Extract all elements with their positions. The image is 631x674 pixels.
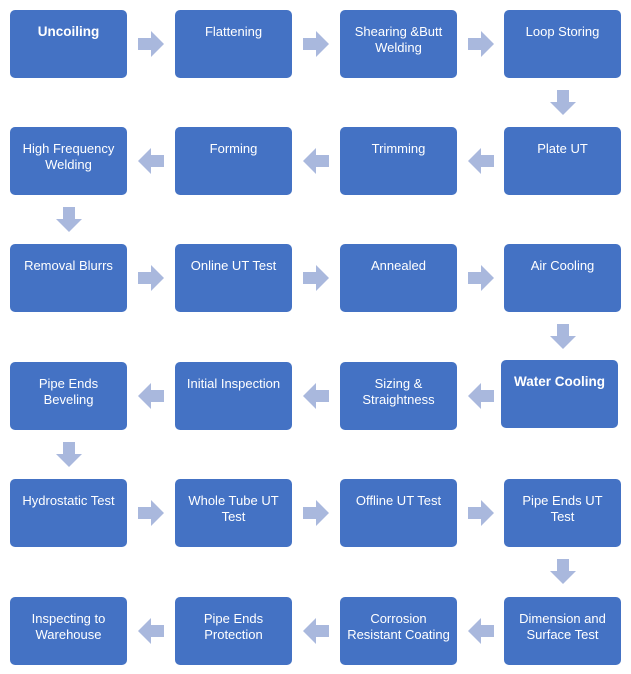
step-pipe-ends-protection: Pipe Ends Protection	[175, 597, 292, 665]
arrow-down-icon	[549, 559, 576, 584]
arrow-right-icon	[467, 31, 494, 57]
step-initial-inspection: Initial Inspection	[175, 362, 292, 430]
arrow-right-icon	[138, 265, 164, 291]
step-forming: Forming	[175, 127, 292, 195]
arrow-left-icon	[467, 618, 494, 644]
arrow-right-icon	[467, 265, 494, 291]
arrow-right-icon	[138, 31, 164, 57]
step-corrosion-resistant-coating: Corrosion Resistant Coating	[340, 597, 457, 665]
step-loop-storing: Loop Storing	[504, 10, 621, 78]
step-dimension-and-surface-test: Dimension and Surface Test	[504, 597, 621, 665]
arrow-left-icon	[138, 148, 164, 174]
arrow-left-icon	[303, 148, 329, 174]
arrow-down-icon	[55, 206, 82, 232]
step-removal-blurrs: Removal Blurrs	[10, 244, 127, 312]
step-pipe-ends-beveling: Pipe Ends Beveling	[10, 362, 127, 430]
step-flattening: Flattening	[175, 10, 292, 78]
step-sizing-straightness: Sizing & Straightness	[340, 362, 457, 430]
step-offline-ut-test: Offline UT Test	[340, 479, 457, 547]
arrow-left-icon	[467, 148, 494, 174]
step-shearing-butt-welding: Shearing &Butt Welding	[340, 10, 457, 78]
arrow-right-icon	[303, 265, 329, 291]
arrow-down-icon	[549, 89, 576, 115]
step-inspecting-to-warehouse: Inspecting to Warehouse	[10, 597, 127, 665]
step-water-cooling: Water Cooling	[501, 360, 618, 428]
arrow-left-icon	[303, 383, 329, 409]
step-plate-ut: Plate UT	[504, 127, 621, 195]
arrow-right-icon	[303, 31, 329, 57]
arrow-left-icon	[138, 618, 164, 644]
arrow-down-icon	[549, 324, 576, 349]
arrow-right-icon	[138, 500, 164, 526]
step-online-ut-test: Online UT Test	[175, 244, 292, 312]
step-annealed: Annealed	[340, 244, 457, 312]
arrow-left-icon	[467, 383, 494, 409]
arrow-right-icon	[303, 500, 329, 526]
step-pipe-ends-ut-test: Pipe Ends UT Test	[504, 479, 621, 547]
step-uncoiling: Uncoiling	[10, 10, 127, 78]
arrow-down-icon	[55, 441, 82, 467]
arrow-right-icon	[467, 500, 494, 526]
step-air-cooling: Air Cooling	[504, 244, 621, 312]
step-high-frequency-welding: High Frequency Welding	[10, 127, 127, 195]
arrow-left-icon	[138, 383, 164, 409]
step-hydrostatic-test: Hydrostatic Test	[10, 479, 127, 547]
arrow-left-icon	[303, 618, 329, 644]
step-trimming: Trimming	[340, 127, 457, 195]
step-whole-tube-ut-test: Whole Tube UT Test	[175, 479, 292, 547]
